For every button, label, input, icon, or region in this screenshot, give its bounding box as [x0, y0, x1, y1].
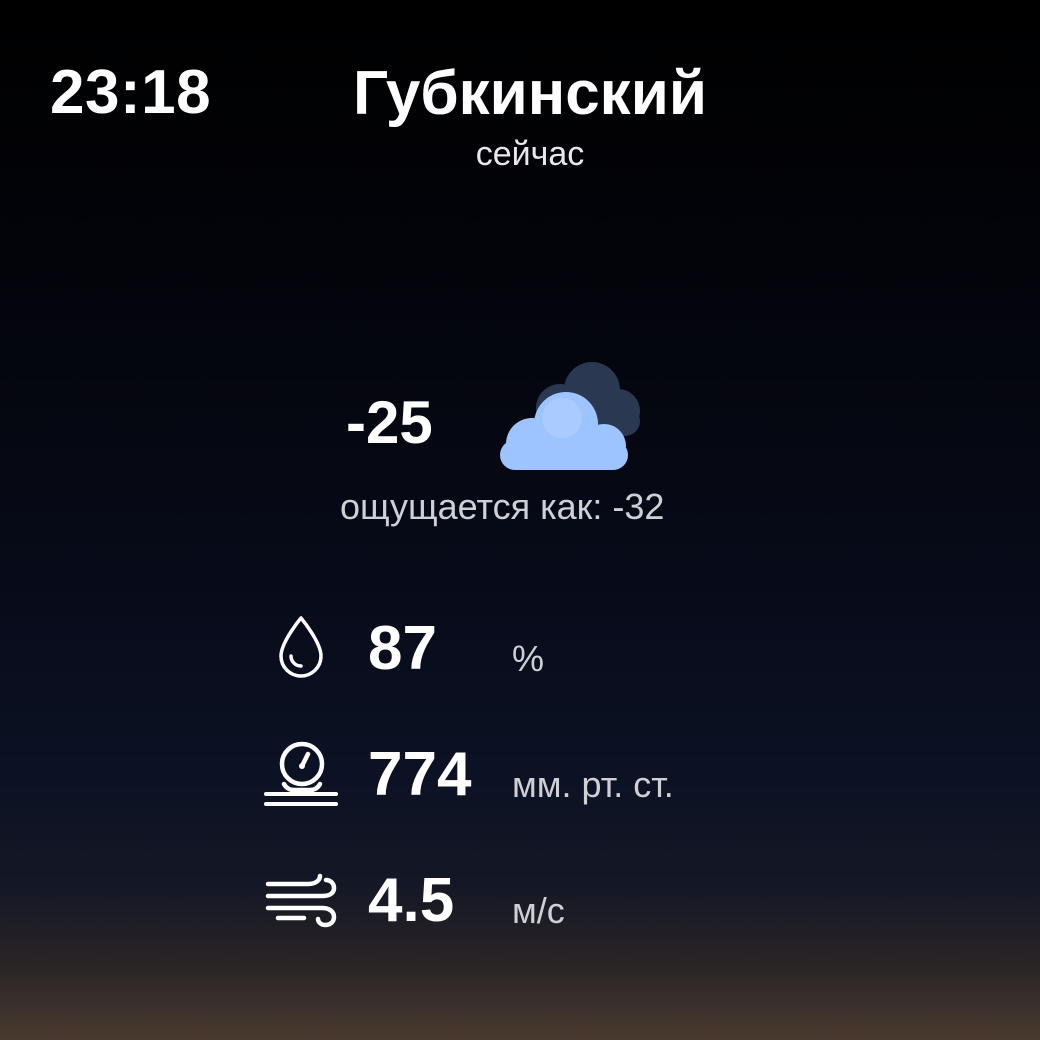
partly-cloudy-night-icon [496, 356, 646, 476]
pressure-unit: мм. рт. ст. [512, 764, 674, 805]
city-name[interactable]: Губкинский [0, 58, 1040, 130]
current-temperature: -25 [346, 389, 433, 456]
period-label: сейчас [475, 135, 585, 173]
humidity-value: 87 [368, 614, 437, 683]
water-drop-icon [276, 614, 326, 685]
wind-icon [264, 872, 338, 933]
wind-unit: м/с [512, 890, 565, 931]
humidity-unit: % [512, 638, 545, 679]
weather-screen: 23:18 Губкинский сейчас -25 ощущается ка… [0, 0, 1040, 1040]
feels-like: ощущается как: -32 [340, 486, 665, 527]
wind-value: 4.5 [368, 866, 455, 935]
pressure-value: 774 [368, 740, 472, 809]
barometer-icon [264, 738, 338, 813]
